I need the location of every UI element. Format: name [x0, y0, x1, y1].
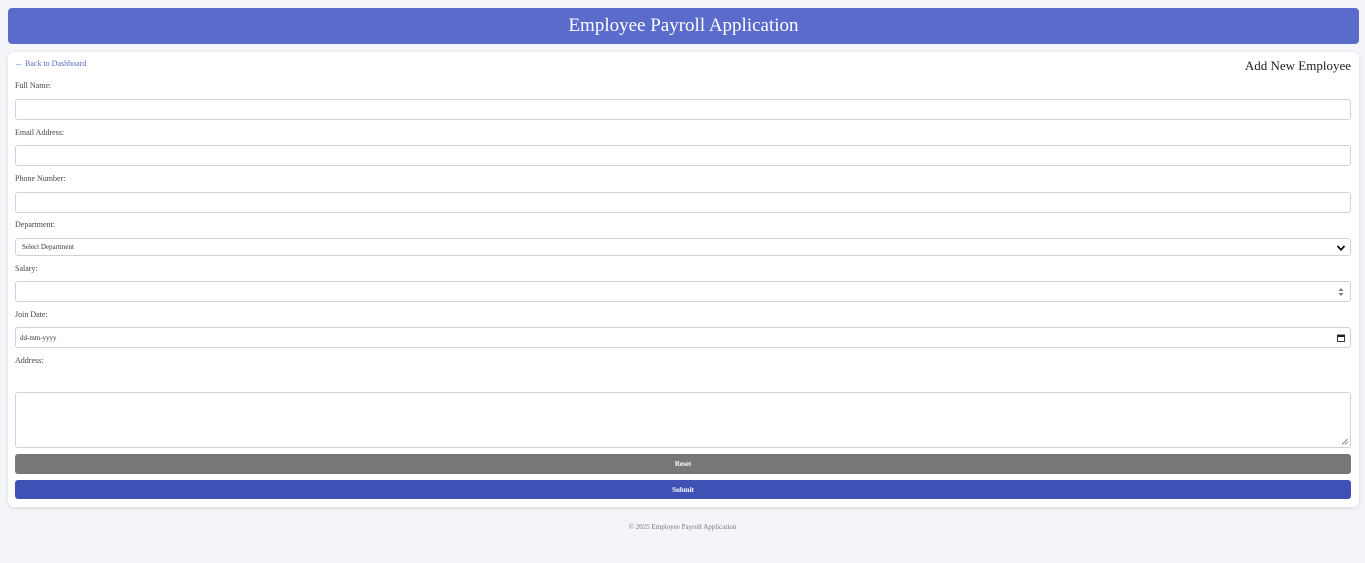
- app-header: Employee Payroll Application: [8, 8, 1359, 44]
- join-date-placeholder: dd-mm-yyyy: [20, 333, 57, 342]
- back-to-dashboard-link[interactable]: ← Back to Dashboard: [15, 59, 86, 68]
- phone-input[interactable]: [15, 192, 1351, 213]
- submit-button[interactable]: Submit: [15, 480, 1351, 499]
- department-select[interactable]: Select Department: [15, 238, 1351, 256]
- full-name-label: Full Name:: [15, 81, 52, 90]
- join-date-label: Join Date:: [15, 310, 48, 319]
- email-label: Email Address:: [15, 128, 65, 137]
- reset-button[interactable]: Reset: [15, 454, 1351, 474]
- employee-form-card: ← Back to Dashboard Add New Employee Ful…: [8, 52, 1359, 507]
- department-selected-value: Select Department: [22, 243, 74, 251]
- resize-handle-icon[interactable]: [1341, 438, 1348, 445]
- app-title: Employee Payroll Application: [568, 15, 799, 36]
- page-title: Add New Employee: [1244, 58, 1351, 73]
- phone-label: Phone Number:: [15, 174, 66, 183]
- full-name-input[interactable]: [15, 99, 1351, 120]
- salary-input[interactable]: [15, 281, 1351, 302]
- calendar-icon[interactable]: [1337, 334, 1345, 342]
- salary-label: Salary:: [15, 264, 38, 273]
- email-input[interactable]: [15, 145, 1351, 166]
- chevron-down-icon: [1336, 245, 1346, 252]
- address-label: Address:: [15, 356, 44, 365]
- join-date-input[interactable]: dd-mm-yyyy: [15, 327, 1351, 348]
- department-label: Department:: [15, 220, 55, 229]
- footer-copyright: © 2025 Employee Payroll Application: [628, 523, 737, 531]
- spinner-icon[interactable]: [1338, 287, 1344, 297]
- address-textarea[interactable]: [15, 392, 1351, 448]
